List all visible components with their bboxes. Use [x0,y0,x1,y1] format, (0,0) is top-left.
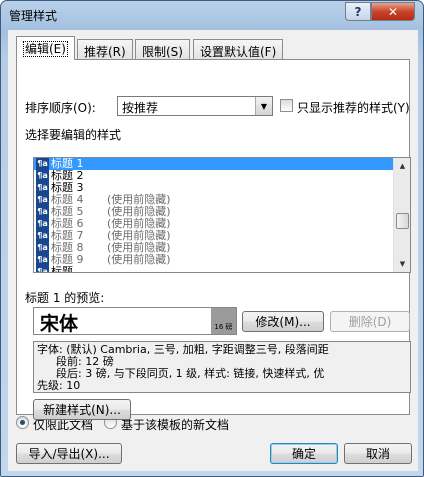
tab-edit-label: 编辑(E) [23,41,68,57]
sort-order-dropdown[interactable]: 按推荐 ▼ [117,96,273,116]
sort-order-value: 按推荐 [122,101,159,115]
paragraph-style-icon: ¶a [36,158,49,170]
tab-set-defaults[interactable]: 设置默认值(F) [193,39,284,59]
paragraph-style-icon: ¶a [36,170,49,182]
ok-button[interactable]: 确定 [270,443,338,464]
description-line: 段后: 3 磅, 与下段同页, 1 级, 样式: 链接, 快速样式, 优 [56,367,325,380]
style-listbox[interactable]: ¶a 标题 1 ¶a 标题 2 ¶a 标题 3 ¶a 标题 4 (使用前隐藏) [33,157,411,273]
tab-restrict-label: 限制(S) [142,45,183,59]
list-item[interactable]: ¶a 标题 7 (使用前隐藏) [34,230,393,242]
paragraph-style-icon: ¶a [36,182,49,194]
edit-tab-panel: 排序顺序(O): 按推荐 ▼ 只显示推荐的样式(Y) 选择要编辑的样式 ¶a 标… [16,59,411,420]
tab-set-defaults-label: 设置默认值(F) [200,45,277,59]
recommended-only-label: 只显示推荐的样式(Y) [297,101,410,115]
list-item[interactable]: ¶a 标题 8 (使用前隐藏) [34,242,393,254]
sort-order-label: 排序顺序(O): [25,101,96,115]
tab-recommend[interactable]: 推荐(R) [77,39,133,59]
select-style-label: 选择要编辑的样式 [25,128,122,142]
ok-button-label: 确定 [291,447,316,461]
paragraph-style-icon: ¶a [36,206,49,218]
modify-button[interactable]: 修改(M)... [242,311,324,332]
style-name: 标题 [51,265,73,273]
help-button[interactable]: ? [345,2,371,21]
list-item[interactable]: ¶a 标题 [34,265,393,273]
list-item[interactable]: ¶a 标题 9 (使用前隐藏) [34,254,393,266]
list-item[interactable]: ¶a 标题 6 (使用前隐藏) [34,218,393,230]
help-icon: ? [354,4,362,19]
close-icon: ✕ [387,4,399,19]
manage-styles-dialog: 管理样式 ? ✕ 编辑(E) 推荐(R) 限制(S) 设置默认值(F) 排序顺序… [0,0,424,477]
list-item[interactable]: ¶a 标题 2 [34,170,393,182]
scope-template-label: 基于该模板的新文档 [121,418,230,432]
import-export-button[interactable]: 导入/导出(X)... [16,443,122,464]
scroll-down-icon[interactable]: ▼ [395,256,410,272]
scope-this-document-radio[interactable] [16,416,29,429]
modify-button-label: 修改(M)... [255,315,311,329]
list-item[interactable]: ¶a 标题 5 (使用前隐藏) [34,206,393,218]
paragraph-style-icon: ¶a [36,254,49,266]
style-description: 字体: (默认) Cambria, 三号, 加粗, 字距调整三号, 段落间距 段… [33,341,411,393]
dialog-title: 管理样式 [9,9,58,23]
scroll-thumb[interactable] [396,213,409,229]
paragraph-style-icon: ¶a [36,266,49,272]
preview-label: 标题 1 的预览: [25,291,105,305]
description-line: 先级: 10 [37,379,81,392]
tab-recommend-label: 推荐(R) [84,45,126,59]
dialog-body: 编辑(E) 推荐(R) 限制(S) 设置默认值(F) 排序顺序(O): 按推荐 … [8,30,418,471]
cancel-button-label: 取消 [365,447,390,461]
cancel-button[interactable]: 取消 [344,443,412,464]
delete-button[interactable]: 删除(D) [330,311,410,332]
tab-restrict[interactable]: 限制(S) [135,39,190,59]
close-button[interactable]: ✕ [371,2,415,21]
preview-text: 宋体 [40,313,79,335]
list-item[interactable]: ¶a 标题 1 [34,158,393,170]
tab-edit[interactable]: 编辑(E) [16,36,75,60]
list-item[interactable]: ¶a 标题 4 (使用前隐藏) [34,194,393,206]
paragraph-style-icon: ¶a [36,230,49,242]
recommended-only-checkbox[interactable] [280,99,293,112]
scroll-up-icon[interactable]: ▲ [395,158,410,174]
new-style-button[interactable]: 新建样式(N)... [33,399,131,420]
paragraph-style-icon: ¶a [36,218,49,230]
import-export-button-label: 导入/导出(X)... [28,447,110,461]
preview-size-text: 16 磅 [214,323,233,331]
preview-size-badge: 16 磅 [211,308,236,334]
hidden-until-used-note: (使用前隐藏) [107,253,171,266]
paragraph-style-icon: ¶a [36,194,49,206]
style-list-scrollbar[interactable]: ▲ ▼ [393,158,410,272]
paragraph-style-icon: ¶a [36,242,49,254]
delete-button-label: 删除(D) [348,315,392,329]
chevron-down-icon[interactable]: ▼ [255,97,272,115]
new-style-button-label: 新建样式(N)... [43,403,121,417]
title-bar: 管理样式 ? ✕ [1,1,423,29]
style-preview: 宋体 16 磅 [33,307,237,335]
list-item[interactable]: ¶a 标题 3 [34,182,393,194]
